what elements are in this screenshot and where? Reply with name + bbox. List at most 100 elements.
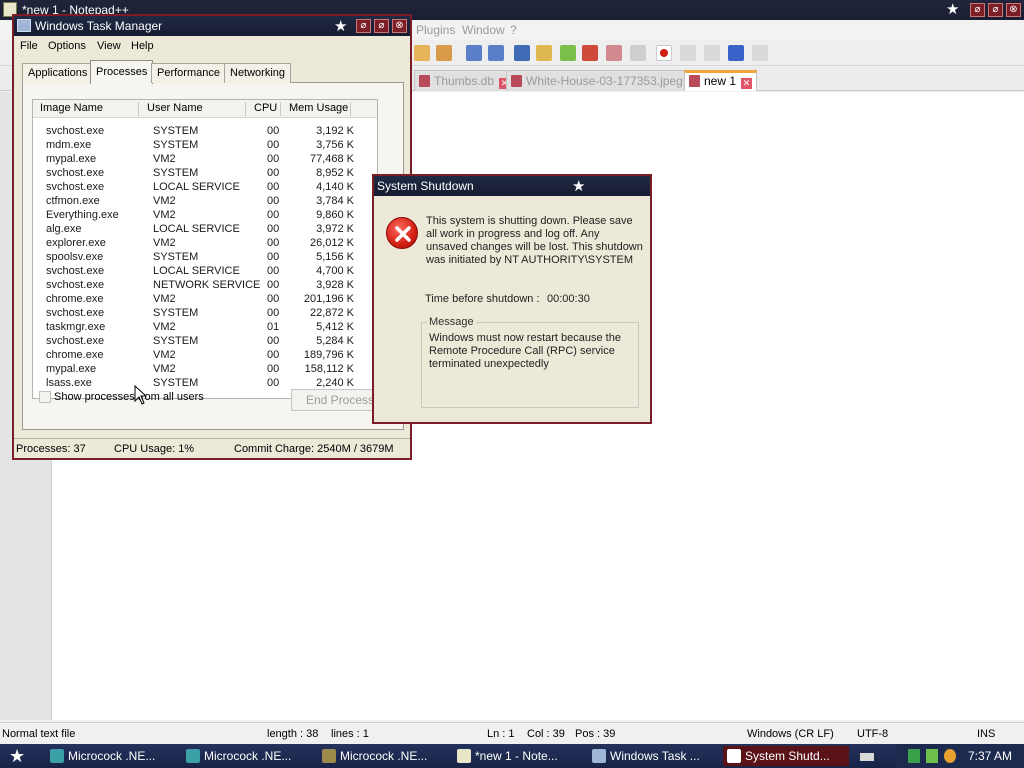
menu-options[interactable]: Options	[48, 40, 86, 52]
table-row[interactable]: svchost.exe SYSTEM 00 8,952 K	[33, 167, 377, 181]
process-list[interactable]: Image Name User Name CPU Mem Usage svcho…	[32, 99, 378, 399]
tray-search-icon[interactable]	[944, 749, 956, 763]
toolbar-replace-icon[interactable]	[436, 45, 452, 61]
table-row[interactable]: explorer.exe VM2 00 26,012 K	[33, 237, 377, 251]
table-row[interactable]: spoolsv.exe SYSTEM 00 5,156 K	[33, 251, 377, 265]
process-name-cell: mdm.exe	[46, 139, 92, 151]
process-name-cell: svchost.exe	[46, 167, 105, 179]
table-row[interactable]: mypal.exe VM2 00 77,468 K	[33, 153, 377, 167]
show-all-users-checkbox[interactable]	[39, 391, 51, 403]
process-cpu-cell: 01	[267, 321, 280, 333]
maximize-button[interactable]: ⌀	[988, 3, 1003, 17]
status-processes: Processes: 37	[16, 443, 86, 455]
process-mem-cell: 9,860 K	[316, 209, 354, 221]
close-button[interactable]: ⊗	[392, 19, 407, 33]
menu-help[interactable]: Help	[131, 40, 154, 52]
table-row[interactable]: chrome.exe VM2 00 201,196 K	[33, 293, 377, 307]
tray-battery-icon[interactable]	[908, 749, 920, 763]
end-process-button[interactable]: End Process	[291, 389, 375, 411]
taskbar-item-system-shutdown[interactable]: System Shutd...	[723, 746, 849, 766]
minimize-button[interactable]: ⌀	[970, 3, 985, 17]
process-user-cell: NETWORK SERVICE	[153, 279, 261, 291]
table-row[interactable]: ctfmon.exe VM2 00 3,784 K	[33, 195, 377, 209]
tab-new-1[interactable]: new 1 ✕	[684, 70, 758, 91]
process-cpu-cell: 00	[267, 209, 280, 221]
close-button[interactable]: ⊗	[1006, 3, 1021, 17]
tab-networking[interactable]: Networking	[224, 63, 292, 83]
process-name-cell: svchost.exe	[46, 279, 105, 291]
taskbar-clock[interactable]: 7:37 AM	[968, 749, 1012, 763]
show-all-users-label[interactable]: Show processes from all users	[54, 391, 204, 403]
table-row[interactable]: svchost.exe SYSTEM 00 3,192 K	[33, 125, 377, 139]
tab-applications[interactable]: Applications	[22, 63, 94, 83]
close-tab-icon[interactable]: ✕	[741, 78, 753, 89]
toolbar-function-icon[interactable]	[582, 45, 598, 61]
run-macro-multiple-icon[interactable]	[728, 45, 744, 61]
table-row[interactable]: svchost.exe NETWORK SERVICE 00 3,928 K	[33, 279, 377, 293]
toolbar-doc-icon[interactable]	[606, 45, 622, 61]
table-row[interactable]: svchost.exe SYSTEM 00 5,284 K	[33, 335, 377, 349]
column-user-name[interactable]: User Name	[147, 102, 203, 114]
process-mem-cell: 3,192 K	[316, 125, 354, 137]
process-mem-cell: 77,468 K	[309, 153, 354, 165]
column-separator[interactable]	[350, 102, 351, 116]
column-cpu[interactable]: CPU	[254, 102, 277, 114]
file-icon	[689, 75, 700, 87]
tab-performance[interactable]: Performance	[151, 63, 226, 83]
tab-processes[interactable]: Processes	[90, 60, 154, 84]
tab-white-house-jpeg[interactable]: White-House-03-177353.jpeg✕	[506, 70, 704, 91]
record-macro-icon[interactable]	[656, 45, 672, 61]
table-row[interactable]: svchost.exe SYSTEM 00 22,872 K	[33, 307, 377, 321]
table-row[interactable]: svchost.exe LOCAL SERVICE 00 4,140 K	[33, 181, 377, 195]
table-row[interactable]: mdm.exe SYSTEM 00 3,756 K	[33, 139, 377, 153]
toolbar-wrap-icon[interactable]	[466, 45, 482, 61]
table-row[interactable]: svchost.exe LOCAL SERVICE 00 4,700 K	[33, 265, 377, 279]
process-name-cell: spoolsv.exe	[46, 251, 104, 263]
maximize-button[interactable]: ⌀	[374, 19, 389, 33]
menu-plugins[interactable]: Plugins	[416, 23, 455, 37]
minimize-button[interactable]: ⌀	[356, 19, 371, 33]
column-separator[interactable]	[138, 102, 139, 116]
play-macro-icon	[704, 45, 720, 61]
start-button[interactable]: ★	[0, 744, 36, 768]
process-mem-cell: 26,012 K	[309, 237, 354, 249]
tray-network-icon[interactable]	[926, 749, 938, 763]
notepadpp-status-bar: Normal text file length : 38 lines : 1 L…	[0, 722, 1024, 744]
process-name-cell: alg.exe	[46, 223, 82, 235]
status-pos: Pos : 39	[575, 728, 616, 740]
taskbar-item-notepad[interactable]: *new 1 - Note...	[453, 746, 585, 766]
menu-view[interactable]: View	[97, 40, 121, 52]
toolbar-indent-icon[interactable]	[514, 45, 530, 61]
taskbar-item-microcock-2[interactable]: Microcock .NE...	[182, 746, 314, 766]
column-mem-usage[interactable]: Mem Usage	[289, 102, 348, 114]
menu-help[interactable]: ?	[510, 23, 517, 37]
tab-thumbs-db[interactable]: Thumbs.db ✕	[414, 70, 516, 91]
toolbar-find-icon[interactable]	[414, 45, 430, 61]
table-row[interactable]: Everything.exe VM2 00 9,860 K	[33, 209, 377, 223]
process-name-cell: svchost.exe	[46, 265, 105, 277]
column-separator[interactable]	[245, 102, 246, 116]
keyboard-icon[interactable]	[860, 753, 874, 761]
process-mem-cell: 2,240 K	[316, 377, 354, 389]
process-cpu-cell: 00	[267, 237, 280, 249]
notepad-icon	[457, 749, 471, 763]
toolbar-show-all-icon[interactable]	[488, 45, 504, 61]
column-separator[interactable]	[280, 102, 281, 116]
taskbar-item-task-manager[interactable]: Windows Task ...	[588, 746, 720, 766]
toolbar-folder-icon[interactable]	[536, 45, 552, 61]
table-row[interactable]: mypal.exe VM2 00 158,112 K	[33, 363, 377, 377]
process-mem-cell: 8,952 K	[316, 167, 354, 179]
taskbar-item-microcock-1[interactable]: Microcock .NE...	[46, 746, 178, 766]
column-image-name[interactable]: Image Name	[40, 102, 103, 114]
table-row[interactable]: alg.exe LOCAL SERVICE 00 3,972 K	[33, 223, 377, 237]
taskbar-item-microcock-3[interactable]: Microcock .NE...	[318, 746, 450, 766]
task-manager-title-bar[interactable]: Windows Task Manager ★ ⌀ ⌀ ⊗	[14, 16, 410, 36]
taskbar-item-label: Microcock .NE...	[204, 749, 292, 763]
process-name-cell: svchost.exe	[46, 307, 105, 319]
shutdown-title-bar[interactable]: System Shutdown ★	[374, 176, 650, 196]
menu-file[interactable]: File	[20, 40, 38, 52]
menu-window[interactable]: Window	[462, 23, 505, 37]
toolbar-map-icon[interactable]	[560, 45, 576, 61]
table-row[interactable]: taskmgr.exe VM2 01 5,412 K	[33, 321, 377, 335]
table-row[interactable]: chrome.exe VM2 00 189,796 K	[33, 349, 377, 363]
